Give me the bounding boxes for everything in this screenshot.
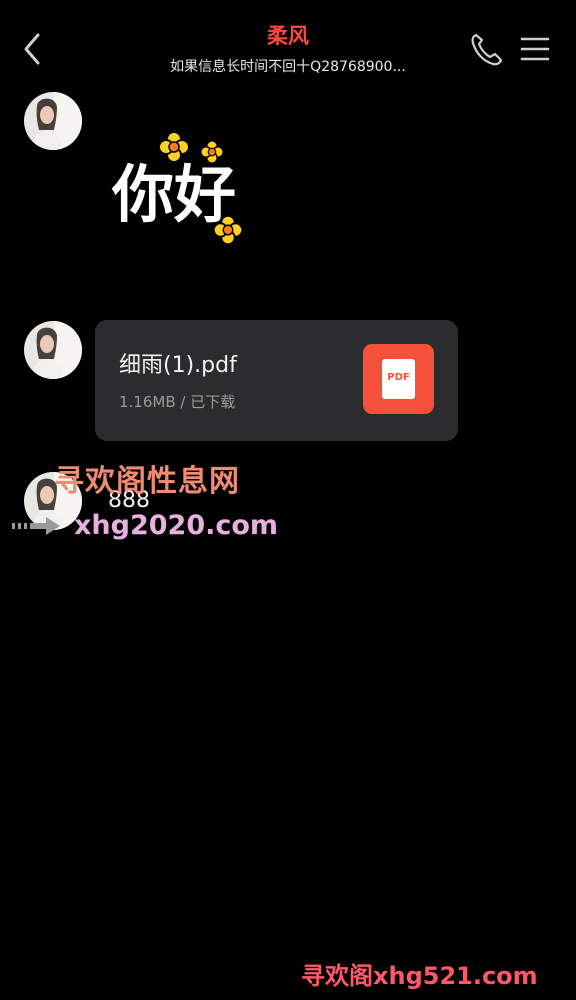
file-name: 细雨(1).pdf — [119, 353, 237, 378]
contact-avatar[interactable] — [24, 92, 82, 150]
arrow-right-icon — [12, 517, 60, 535]
watermark-url: xhg2020.com — [74, 510, 279, 541]
chat-header: 柔风 如果信息长时间不回十Q28768900... — [0, 0, 576, 90]
file-message-bubble[interactable]: 细雨(1).pdf 1.16MB / 已下载 PDF — [95, 320, 458, 441]
hello-sticker[interactable]: 你好 — [104, 120, 284, 252]
file-meta: 1.16MB / 已下载 — [119, 393, 236, 411]
pdf-badge-label: PDF — [387, 372, 410, 383]
call-button[interactable] — [468, 30, 504, 68]
sticker-text: 你好 — [111, 158, 236, 231]
watermark-bottom: 寻欢阁xhg521.com — [301, 962, 538, 990]
phone-icon — [471, 33, 503, 66]
menu-button[interactable] — [518, 32, 552, 66]
watermark-text: 寻欢阁性息网 — [54, 464, 240, 499]
pdf-file-icon: PDF — [363, 344, 434, 414]
contact-avatar[interactable] — [24, 321, 82, 379]
menu-icon — [520, 37, 550, 61]
